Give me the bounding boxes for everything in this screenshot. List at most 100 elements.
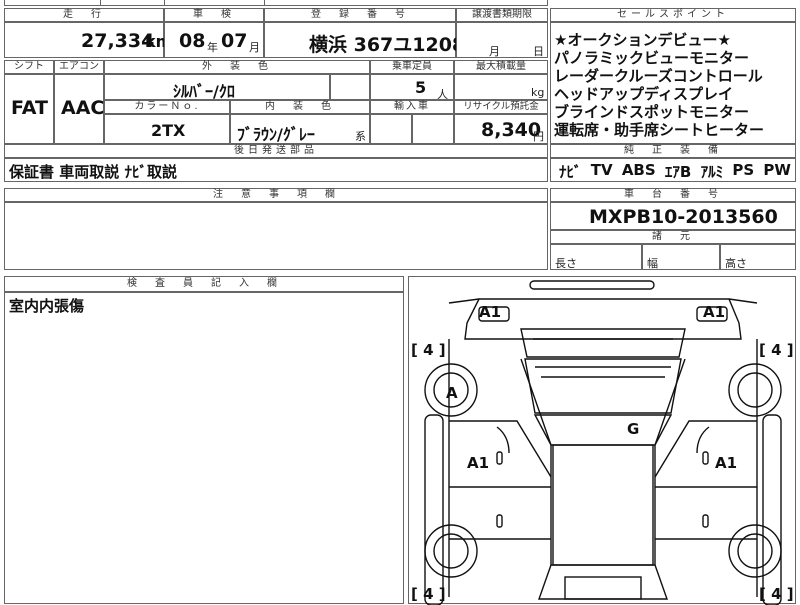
aircon-cell: AAC: [54, 74, 104, 144]
roof: [533, 414, 673, 446]
capacity-cell: 5 人: [370, 74, 454, 101]
header-chassis-no: 車 台 番 号: [550, 188, 796, 202]
color-no-value: 2TX: [151, 121, 186, 140]
mark-tire-top-left: [ 4 ]: [411, 341, 446, 359]
import-cell-a: [370, 114, 412, 144]
header-recycle: リサイクル預託金: [454, 100, 548, 114]
right-strip: [762, 414, 782, 605]
header-later-docs: 後日発送部品: [4, 144, 548, 158]
exterior-color-value: ｼﾙﾊﾞｰ/ｸﾛ: [173, 82, 235, 101]
equipment-item: ABS: [621, 161, 656, 179]
registration-number: 横浜 367ユ1208: [309, 34, 466, 56]
wheel-rear-right-outer: [728, 524, 782, 578]
header-interior-color: 内 装 色: [230, 100, 370, 114]
inspection-cell: 08 年 07 月: [164, 22, 264, 58]
aircon-value: AAC: [61, 97, 105, 119]
interior-color-value: ﾌﾞﾗｳﾝ/ｸﾞﾚｰ: [237, 125, 315, 144]
header-shift: シフト: [4, 60, 54, 74]
left-side-body: [448, 339, 552, 597]
equipment-list: ﾅﾋﾞ TV ABS ｴｱB ｱﾙﾐ PS PW: [559, 161, 791, 182]
roof-panel: [552, 444, 654, 566]
inspection-year: 08: [179, 30, 206, 52]
sales-point: ヘッドアップディスプレイ: [554, 85, 733, 103]
mark-left-wheel: A: [446, 384, 458, 402]
shift-value: FAT: [11, 97, 48, 119]
color-no-cell: 2TX: [104, 114, 230, 144]
mark-tire-top-right: [ 4 ]: [759, 341, 794, 359]
exterior-color-cell: ｼﾙﾊﾞｰ/ｸﾛ: [104, 74, 330, 101]
header-mileage: 走 行: [4, 8, 164, 22]
top-strip-divider: [164, 0, 165, 6]
inspection-month-unit: 月: [249, 41, 260, 54]
sales-point: パノラミックビューモニター: [554, 49, 750, 67]
front-bumper: [529, 280, 655, 290]
deadline-month-unit: 月: [489, 45, 500, 58]
inspector-note-value: 室内内張傷: [9, 297, 85, 315]
right-side-body: [654, 339, 758, 597]
left-door-handle-front: [496, 451, 503, 465]
front-outline: [464, 298, 742, 340]
dimension-length-label: 長さ: [555, 257, 577, 270]
mark-front-right: A1: [703, 303, 725, 321]
sales-points-box: ★オークションデビュー★ パノラミックビューモニター レーダークルーズコントロー…: [550, 22, 796, 144]
equipment-item: ｴｱB: [664, 163, 692, 181]
header-exterior-color: 外 装 色: [104, 60, 370, 74]
top-strip: [4, 0, 548, 6]
sales-point: ★オークションデビュー★: [554, 31, 731, 49]
mark-left-door: A1: [467, 454, 489, 472]
inspection-year-unit: 年: [207, 41, 218, 54]
top-strip-divider: [100, 0, 101, 6]
capacity-value: 5: [415, 78, 427, 97]
equipment-cell: ﾅﾋﾞ TV ABS ｴｱB ｱﾙﾐ PS PW: [550, 158, 796, 182]
later-docs-value: 保証書 車両取説 ﾅﾋﾞ取説: [9, 163, 177, 181]
mark-front-left: A1: [479, 303, 501, 321]
remarks-cell: [4, 202, 548, 270]
header-remarks: 注 意 事 項 欄: [4, 188, 548, 202]
mark-tire-bottom-left: [ 4 ]: [411, 585, 446, 603]
header-import: 輸入車: [370, 100, 454, 114]
equipment-item: PW: [763, 161, 791, 179]
header-sales-points: セールスポイント: [550, 8, 796, 22]
equipment-item: PS: [732, 161, 755, 179]
recycle-cell: 8,340 円: [454, 114, 548, 144]
wheel-rear-left-outer: [424, 524, 478, 578]
car-diagram: A1 A1 [ 4 ] [ 4 ] [ 4 ] [ 4 ] A G A1 A1: [411, 280, 794, 605]
max-load-cell: kg: [454, 74, 548, 100]
left-strip: [424, 414, 444, 605]
dimension-width-label: 幅: [647, 257, 658, 270]
sales-point: ブラインドスポットモニター: [554, 103, 750, 121]
header-max-load: 最大積載量: [454, 60, 548, 74]
wheel-front-right-inner: [737, 372, 773, 408]
right-mirror: [696, 426, 710, 454]
registration-cell: 横浜 367ユ1208: [264, 22, 465, 58]
inspector-notes-cell: 室内内張傷: [4, 292, 404, 604]
header-registration: 登 録 番 号: [264, 8, 456, 22]
mileage-value: 27,334: [81, 30, 155, 52]
header-color-no: カラーＮｏ.: [104, 100, 230, 114]
left-door-handle-rear: [496, 514, 503, 528]
mark-tire-bottom-right: [ 4 ]: [759, 585, 794, 603]
mark-windshield: G: [627, 420, 639, 438]
chassis-no-cell: MXPB10-2013560: [550, 202, 796, 230]
wheel-front-right-outer: [728, 363, 782, 417]
later-docs-cell: 保証書 車両取説 ﾅﾋﾞ取説: [4, 158, 548, 182]
right-door-handle-front: [702, 451, 709, 465]
header-genuine-equipment: 純 正 装 備: [550, 144, 796, 158]
header-inspection: 車 検: [164, 8, 264, 22]
equipment-item: ｱﾙﾐ: [700, 163, 724, 181]
header-capacity: 乗車定員: [370, 60, 454, 74]
car-diagram-panel: A1 A1 [ 4 ] [ 4 ] [ 4 ] [ 4 ] A G A1 A1: [408, 276, 796, 605]
deadline-day-unit: 日: [533, 45, 544, 58]
rear-glass: [538, 564, 668, 600]
hood: [520, 328, 686, 358]
dimension-length-cell: 長さ: [550, 244, 642, 270]
interior-color-suffix: 系: [355, 130, 366, 143]
header-inspector-notes: 検 査 員 記 入 欄: [4, 276, 404, 292]
rear-plate: [564, 576, 642, 600]
header-transfer-deadline: 譲渡書類期限: [456, 8, 548, 22]
shift-cell: FAT: [4, 74, 54, 144]
inspection-month: 07: [221, 30, 248, 52]
mark-right-door: A1: [715, 454, 737, 472]
header-aircon: エアコン: [54, 60, 104, 74]
transfer-deadline-cell: 月 日: [456, 22, 548, 58]
